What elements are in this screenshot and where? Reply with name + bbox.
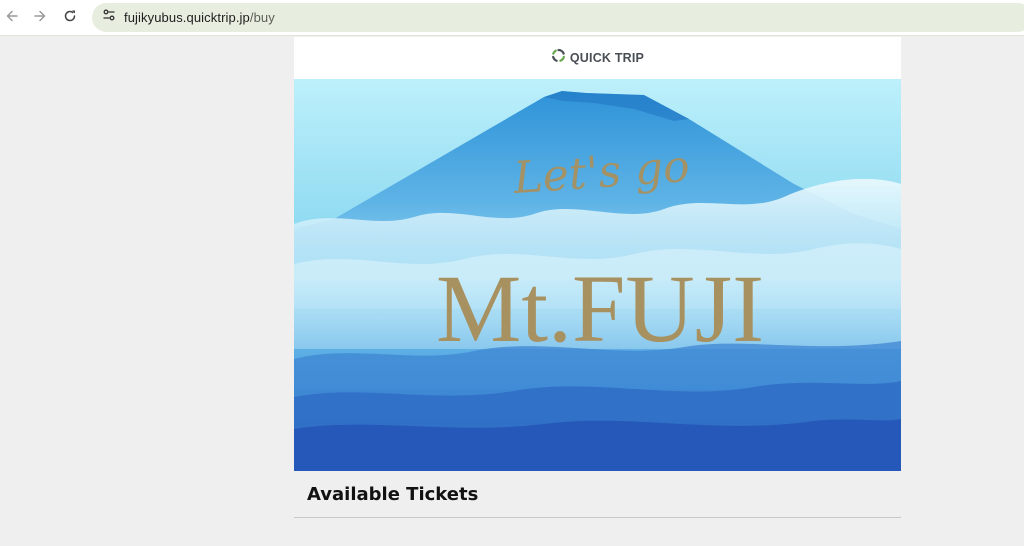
- url-path: /buy: [249, 10, 275, 25]
- url-host: fujikyubus.quicktrip.jp: [124, 10, 250, 25]
- browser-toolbar: fujikyubus.quicktrip.jp/buy: [0, 0, 1024, 36]
- address-bar[interactable]: fujikyubus.quicktrip.jp/buy: [92, 3, 1024, 32]
- arrow-right-icon: [33, 9, 47, 28]
- mt-fuji-title: Mt.FUJI: [436, 255, 764, 362]
- mt-fuji-hero-image: Let's go Mt.FUJI: [294, 79, 901, 471]
- page-container: QUICK TRIP Let's go Mt.FUJI Available Ti…: [294, 37, 901, 546]
- hero-banner: Let's go Mt.FUJI: [294, 79, 901, 471]
- reload-button[interactable]: [58, 6, 82, 30]
- quicktrip-logo-icon: [551, 48, 566, 68]
- available-tickets-heading: Available Tickets: [294, 471, 901, 518]
- arrow-left-icon: [5, 9, 19, 28]
- url-text[interactable]: fujikyubus.quicktrip.jp/buy: [124, 10, 275, 25]
- tune-icon: [102, 8, 116, 27]
- logo-text: QUICK TRIP: [569, 51, 645, 65]
- site-logo[interactable]: QUICK TRIP: [551, 48, 644, 68]
- back-button[interactable]: [0, 6, 24, 30]
- reload-icon: [63, 9, 77, 28]
- site-header: QUICK TRIP: [294, 37, 901, 79]
- forward-button[interactable]: [28, 6, 52, 30]
- site-info-button[interactable]: [98, 7, 120, 29]
